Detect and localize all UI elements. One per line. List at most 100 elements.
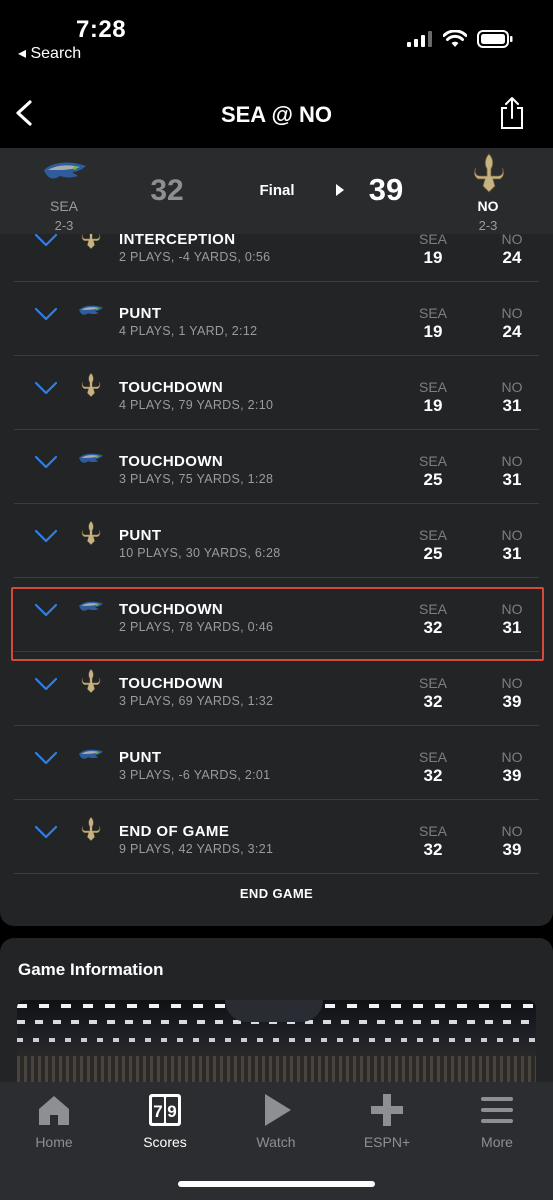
saints-logo-icon bbox=[473, 153, 505, 193]
scores-icon: 7 9 bbox=[149, 1094, 181, 1126]
drive-home-label: NO bbox=[501, 749, 523, 765]
drive-home-score: 39 bbox=[502, 692, 522, 711]
stadium-image bbox=[17, 1000, 536, 1090]
drive-away-label: SEA bbox=[418, 601, 447, 617]
chevron-down-icon[interactable] bbox=[34, 381, 58, 395]
score-header: SEA 2-3 32 Final 39 NO 2-3 bbox=[0, 148, 553, 234]
drive-row[interactable]: END OF GAME 9 PLAYS, 42 YARDS, 3:21 SEA 32 N… bbox=[14, 800, 539, 874]
saints-logo-icon bbox=[81, 520, 101, 546]
chevron-down-icon[interactable] bbox=[34, 825, 58, 839]
tab-espn-plus[interactable]: ESPN+ bbox=[342, 1092, 432, 1150]
drive-home-label: NO bbox=[501, 675, 523, 691]
drive-home-score: 31 bbox=[502, 396, 522, 415]
drive-row[interactable]: PUNT 10 PLAYS, 30 YARDS, 6:28 SEA 25 NO 31 bbox=[14, 504, 539, 578]
drive-team-logo bbox=[76, 594, 106, 620]
home-icon bbox=[39, 1096, 69, 1125]
battery-icon bbox=[477, 30, 513, 48]
drive-home-label: NO bbox=[501, 453, 523, 469]
home-indicator[interactable] bbox=[178, 1181, 375, 1187]
chevron-down-icon[interactable] bbox=[34, 603, 58, 617]
drive-home-label: NO bbox=[501, 823, 523, 839]
drive-detail: 9 PLAYS, 42 YARDS, 3:21 bbox=[119, 842, 274, 856]
drive-home-score: 31 bbox=[502, 544, 522, 563]
drive-away-label: SEA bbox=[418, 749, 447, 765]
tab-home-label: Home bbox=[35, 1134, 73, 1150]
drive-result: PUNT bbox=[119, 749, 162, 766]
drive-away-label: SEA bbox=[418, 823, 447, 839]
home-team-score: 39 bbox=[368, 172, 404, 207]
drive-team-logo bbox=[76, 816, 106, 842]
drive-row[interactable]: TOUCHDOWN 3 PLAYS, 69 YARDS, 1:32 SEA 32 NO 3… bbox=[14, 652, 539, 726]
drive-home-score: 39 bbox=[502, 840, 522, 859]
drive-result: INTERCEPTION bbox=[119, 234, 236, 248]
drive-home-label: NO bbox=[501, 601, 523, 617]
saints-logo-icon bbox=[81, 668, 101, 694]
drive-row[interactable]: TOUCHDOWN 2 PLAYS, 78 YARDS, 0:46 SEA 32 NO 3… bbox=[11, 578, 544, 661]
tab-home[interactable]: Home bbox=[9, 1092, 99, 1150]
drive-team-logo bbox=[76, 298, 106, 324]
end-game-label: END GAME bbox=[239, 886, 314, 901]
chevron-down-icon[interactable] bbox=[34, 455, 58, 469]
drive-home-score: 39 bbox=[502, 766, 522, 785]
chevron-down-icon[interactable] bbox=[34, 751, 58, 765]
svg-text:9: 9 bbox=[167, 1102, 176, 1121]
drive-team-logo bbox=[76, 668, 106, 694]
drive-away-label: SEA bbox=[418, 234, 447, 247]
drive-detail: 3 PLAYS, 69 YARDS, 1:32 bbox=[119, 694, 274, 708]
tab-scores[interactable]: 7 9 Scores bbox=[120, 1092, 210, 1150]
drive-away-score: 32 bbox=[423, 766, 443, 785]
drive-home-label: NO bbox=[501, 379, 523, 395]
status-time: 7:28 bbox=[76, 16, 127, 43]
tab-scores-label: Scores bbox=[143, 1134, 187, 1150]
drive-row[interactable]: INTERCEPTION 2 PLAYS, -4 YARDS, 0:56 SEA 19… bbox=[14, 234, 539, 282]
status-bar: 7:28 ◂ Search bbox=[0, 0, 553, 78]
back-to-search-link[interactable]: ◂ Search bbox=[18, 43, 81, 63]
drive-home-score: 24 bbox=[502, 322, 522, 341]
share-icon[interactable] bbox=[497, 96, 527, 130]
drive-team-logo bbox=[76, 234, 106, 250]
chevron-down-icon[interactable] bbox=[34, 307, 58, 321]
tab-watch-label: Watch bbox=[256, 1134, 296, 1150]
drive-team-logo bbox=[76, 742, 106, 768]
nav-bar: SEA @ NO bbox=[0, 78, 553, 148]
chevron-down-icon[interactable] bbox=[34, 529, 58, 543]
drive-detail: 10 PLAYS, 30 YARDS, 6:28 bbox=[119, 546, 281, 560]
chevron-down-icon[interactable] bbox=[34, 677, 58, 691]
saints-logo-icon bbox=[81, 816, 101, 842]
drive-row[interactable]: PUNT 4 PLAYS, 1 YARD, 2:12 SEA 19 NO 24 bbox=[14, 282, 539, 356]
away-team-record: 2-3 bbox=[54, 218, 74, 233]
chevron-down-icon[interactable] bbox=[34, 234, 58, 247]
drive-result: TOUCHDOWN bbox=[119, 601, 224, 618]
drive-row[interactable]: PUNT 3 PLAYS, -6 YARDS, 2:01 SEA 32 NO 39 bbox=[14, 726, 539, 800]
page-title: SEA @ NO bbox=[220, 102, 333, 127]
away-team-score: 32 bbox=[150, 174, 184, 207]
drive-away-score: 32 bbox=[423, 692, 443, 711]
drive-away-label: SEA bbox=[418, 453, 447, 469]
drive-home-label: NO bbox=[501, 527, 523, 543]
tab-watch[interactable]: Watch bbox=[231, 1092, 321, 1150]
game-status: Final bbox=[259, 182, 295, 199]
status-icons bbox=[407, 30, 513, 48]
seahawks-logo-icon bbox=[79, 453, 103, 463]
tab-more[interactable]: More bbox=[452, 1092, 542, 1150]
saints-logo-icon bbox=[81, 234, 101, 250]
drive-away-score: 32 bbox=[423, 840, 443, 859]
drive-result: TOUCHDOWN bbox=[119, 675, 224, 692]
drive-home-score: 31 bbox=[502, 470, 522, 489]
drives-card: INTERCEPTION 2 PLAYS, -4 YARDS, 0:56 SEA 19… bbox=[0, 234, 553, 926]
drive-detail: 3 PLAYS, 75 YARDS, 1:28 bbox=[119, 472, 274, 486]
seahawks-logo-icon bbox=[79, 601, 103, 611]
drive-detail: 4 PLAYS, 1 YARD, 2:12 bbox=[119, 324, 258, 338]
drive-result: TOUCHDOWN bbox=[119, 379, 224, 396]
seahawks-logo-icon bbox=[79, 305, 103, 315]
seahawks-logo-icon bbox=[79, 749, 103, 759]
plus-icon bbox=[371, 1094, 403, 1126]
drive-row[interactable]: TOUCHDOWN 3 PLAYS, 75 YARDS, 1:28 SEA 25 NO 3… bbox=[14, 430, 539, 504]
drive-list: INTERCEPTION 2 PLAYS, -4 YARDS, 0:56 SEA 19… bbox=[11, 234, 544, 874]
cellular-signal-icon bbox=[407, 31, 432, 47]
play-icon bbox=[265, 1094, 291, 1126]
drive-row[interactable]: TOUCHDOWN 4 PLAYS, 79 YARDS, 2:10 SEA 19 NO 3… bbox=[14, 356, 539, 430]
wifi-icon bbox=[443, 30, 467, 47]
drive-team-logo bbox=[76, 520, 106, 546]
drive-detail: 2 PLAYS, -4 YARDS, 0:56 bbox=[119, 250, 271, 264]
